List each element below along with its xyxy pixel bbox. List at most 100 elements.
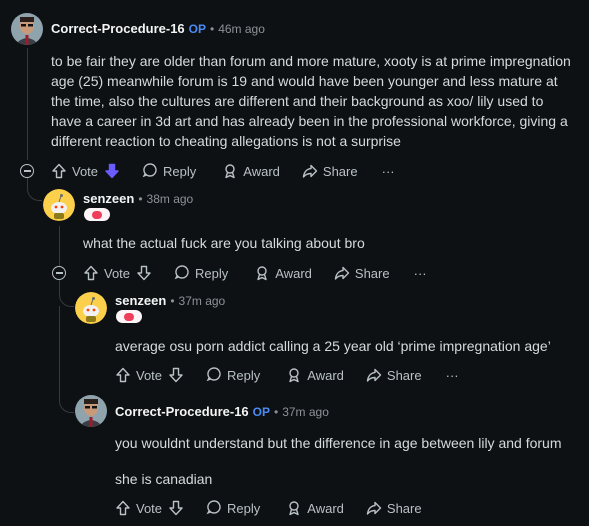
comment-body-line: she is canadian — [115, 471, 213, 487]
thread-line[interactable] — [27, 48, 28, 160]
downvote-button[interactable] — [168, 500, 184, 516]
comment-body: to be fair they are older than forum and… — [51, 53, 571, 149]
downvote-arrow-icon — [169, 367, 183, 383]
timestamp[interactable]: 37m ago — [179, 294, 226, 308]
upvote-arrow-icon — [84, 265, 98, 281]
award-label: Award — [243, 163, 280, 179]
separator: • — [170, 293, 175, 308]
upvote-button[interactable]: Vote — [115, 500, 162, 516]
username[interactable]: senzeen — [115, 293, 166, 308]
timestamp[interactable]: 38m ago — [147, 192, 194, 206]
vote-label: Vote — [72, 163, 99, 179]
comment-header: Correct-Procedure-16 OP • 37m ago — [115, 404, 329, 419]
upvote-arrow-icon — [116, 367, 130, 383]
share-button[interactable]: Share — [366, 500, 422, 516]
reply-button[interactable]: Reply — [142, 163, 196, 179]
avatar[interactable] — [75, 395, 107, 427]
award-icon — [257, 266, 267, 281]
username[interactable]: Correct-Procedure-16 — [51, 21, 185, 36]
flair-icon — [92, 210, 102, 219]
award-icon — [289, 501, 299, 516]
downvote-button[interactable] — [104, 163, 120, 179]
award-label: Award — [275, 265, 312, 281]
more-options-button[interactable]: ··· — [382, 164, 395, 179]
thread-connector — [59, 280, 74, 307]
username[interactable]: Correct-Procedure-16 — [115, 404, 249, 419]
share-label: Share — [386, 500, 422, 516]
thread-connector — [59, 392, 74, 413]
thread-line — [59, 306, 60, 396]
reply-button[interactable]: Reply — [206, 367, 260, 383]
downvote-arrow-icon — [105, 163, 119, 179]
avatar[interactable] — [11, 13, 43, 45]
action-bar: Vote Reply Award Share ··· — [51, 162, 395, 180]
award-button[interactable]: Award — [286, 500, 344, 516]
separator: • — [274, 404, 279, 419]
upvote-arrow-icon — [116, 500, 130, 516]
snoo-avatar-icon — [75, 292, 107, 324]
avatar[interactable] — [43, 189, 75, 221]
share-button[interactable]: Share — [334, 265, 390, 281]
share-button[interactable]: Share — [302, 163, 358, 179]
share-arrow-icon — [366, 368, 382, 382]
vote-label: Vote — [104, 265, 131, 281]
snoo-avatar-icon — [43, 189, 75, 221]
user-photo-icon — [75, 395, 107, 427]
action-bar: Vote Reply Award Share — [115, 499, 422, 517]
downvote-arrow-icon — [137, 265, 151, 281]
username[interactable]: senzeen — [83, 191, 134, 206]
share-label: Share — [386, 367, 422, 383]
reply-label: Reply — [195, 265, 229, 281]
op-badge: OP — [252, 404, 270, 419]
avatar[interactable] — [75, 292, 107, 324]
more-label: ··· — [413, 265, 427, 281]
share-arrow-icon — [366, 501, 382, 515]
comment-header: senzeen • 38m ago — [83, 191, 193, 206]
action-bar: Vote Reply Award Share ··· — [115, 366, 459, 384]
comment-bubble-icon — [206, 367, 221, 382]
more-label: ··· — [445, 367, 459, 383]
award-button[interactable]: Award — [254, 265, 312, 281]
upvote-button[interactable]: Vote — [83, 265, 130, 281]
reply-label: Reply — [227, 500, 261, 516]
flair-icon — [124, 312, 134, 321]
award-button[interactable]: Award — [222, 163, 280, 179]
reply-button[interactable]: Reply — [174, 265, 228, 281]
share-arrow-icon — [302, 164, 318, 178]
timestamp[interactable]: 46m ago — [218, 22, 265, 36]
more-label: ··· — [381, 163, 395, 179]
comment-header: senzeen • 37m ago — [115, 293, 225, 308]
downvote-button[interactable] — [168, 367, 184, 383]
comment-body: what the actual fuck are you talking abo… — [83, 235, 365, 251]
share-button[interactable]: Share — [366, 367, 422, 383]
comment-bubble-icon — [206, 500, 221, 515]
award-label: Award — [307, 500, 344, 516]
op-badge: OP — [188, 21, 206, 36]
collapse-button[interactable] — [52, 266, 66, 280]
more-options-button[interactable]: ··· — [414, 266, 427, 281]
upvote-button[interactable]: Vote — [115, 367, 162, 383]
timestamp[interactable]: 37m ago — [282, 405, 329, 419]
share-arrow-icon — [334, 266, 350, 280]
user-flair — [84, 208, 110, 221]
award-button[interactable]: Award — [286, 367, 344, 383]
award-icon — [225, 164, 235, 179]
vote-label: Vote — [136, 367, 163, 383]
collapse-button[interactable] — [20, 164, 34, 178]
separator: • — [210, 21, 215, 36]
upvote-button[interactable]: Vote — [51, 163, 98, 179]
comment-bubble-icon — [174, 265, 189, 280]
more-options-button[interactable]: ··· — [446, 368, 459, 383]
comment-header: Correct-Procedure-16 OP • 46m ago — [51, 21, 265, 36]
vote-label: Vote — [136, 500, 163, 516]
reply-button[interactable]: Reply — [206, 500, 260, 516]
upvote-arrow-icon — [52, 163, 66, 179]
comment-body: average osu porn addict calling a 25 yea… — [115, 338, 551, 354]
reply-label: Reply — [227, 367, 261, 383]
thread-line[interactable] — [59, 226, 60, 266]
downvote-button[interactable] — [136, 265, 152, 281]
award-icon — [289, 368, 299, 383]
user-photo-icon — [11, 13, 43, 45]
comment-bubble-icon — [142, 163, 157, 178]
share-label: Share — [322, 163, 358, 179]
